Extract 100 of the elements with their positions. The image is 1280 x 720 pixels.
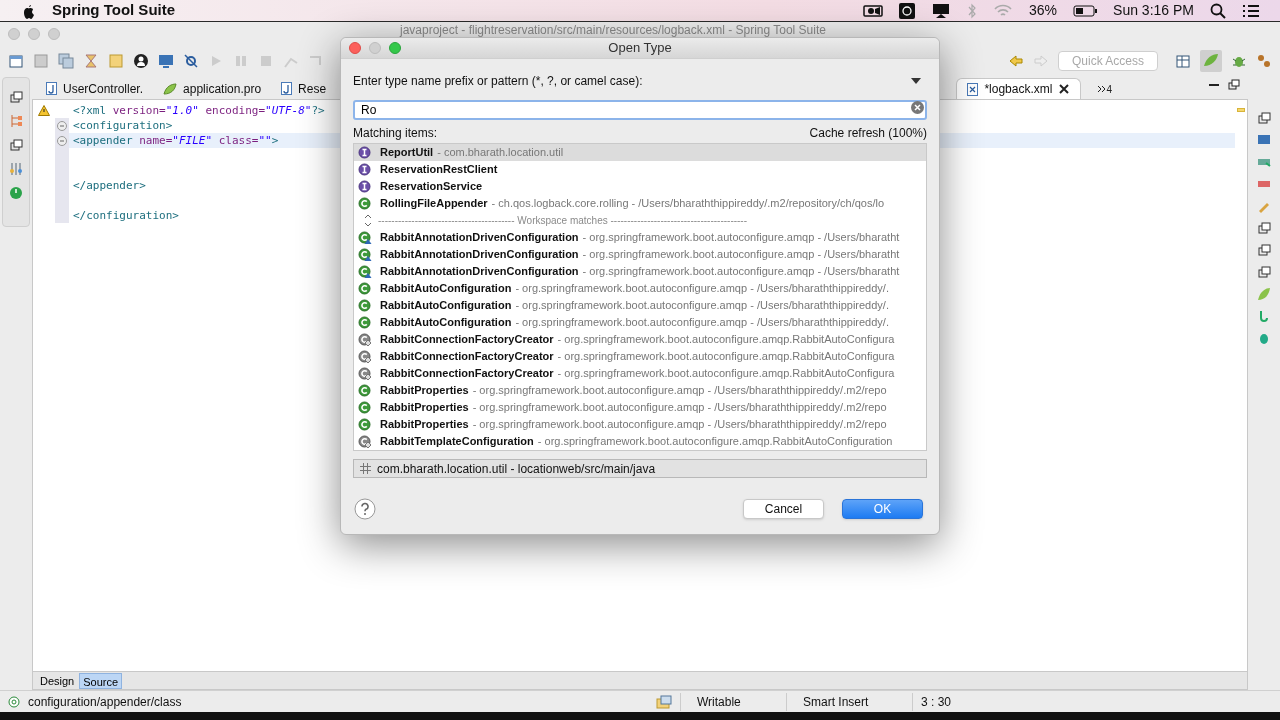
java-file-icon — [281, 82, 293, 95]
status-path: configuration/appender/class — [28, 693, 183, 711]
type-list-item[interactable]: RabbitTemplateConfiguration - org.springframework.boot.autoconfigure.amqp.RabbitAutoConfiguration — [354, 433, 926, 450]
open-perspective-icon[interactable] — [1175, 53, 1191, 69]
save-all-icon[interactable] — [58, 53, 74, 69]
xml-file-icon — [967, 82, 979, 96]
menu-icon[interactable] — [1242, 3, 1260, 18]
code-line: </appender> — [73, 178, 146, 193]
video-camera-icon[interactable] — [863, 3, 884, 18]
code-line: <?xml version="1.0" encoding="UTF-8"?> — [73, 103, 325, 118]
attribute-icon — [8, 695, 20, 708]
wifi-icon[interactable] — [993, 3, 1014, 18]
java-file-icon — [46, 82, 57, 95]
restore-icon[interactable] — [9, 138, 23, 152]
type-list-item[interactable]: RabbitAnnotationDrivenConfiguration - org.springframework.boot.autoconfigure.amqp - /Users/bharatht — [354, 246, 926, 263]
selected-type-location: com.bharath.location.util - locationweb/src/main/java — [353, 459, 927, 478]
search-icon[interactable] — [1210, 2, 1226, 19]
restore-icon[interactable] — [1257, 243, 1271, 257]
package-icon — [360, 463, 371, 474]
cache-status: Cache refresh (100%) — [809, 125, 927, 142]
restore-icon[interactable] — [1257, 111, 1271, 125]
type-list-item[interactable]: RabbitAnnotationDrivenConfiguration - org.springframework.boot.autoconfigure.amqp - /Users/bharatht — [354, 229, 926, 246]
cancel-button[interactable]: Cancel — [743, 499, 824, 519]
restore-icon[interactable] — [9, 90, 23, 104]
type-list-item[interactable]: RabbitConnectionFactoryCreator - org.springframework.boot.autoconfigure.amqp.RabbitAutoConfigura — [354, 331, 926, 348]
editor-mode-tab[interactable]: Design — [37, 672, 78, 689]
type-list-item[interactable]: RabbitAutoConfiguration - org.springframework.boot.autoconfigure.amqp - /Users/bharaththippireddy/. — [354, 297, 926, 314]
type-list-item[interactable]: RabbitAnnotationDrivenConfiguration - org.springframework.boot.autoconfigure.amqp - /Users/bharatht — [354, 263, 926, 280]
type-list-item[interactable]: RabbitConnectionFactoryCreator - org.springframework.boot.autoconfigure.amqp.RabbitAutoConfigura — [354, 348, 926, 365]
restore-icon[interactable] — [1257, 265, 1271, 279]
minimize-button[interactable] — [369, 42, 381, 54]
code-line: <configuration> — [73, 118, 173, 133]
type-list-item[interactable]: ReservationService — [354, 178, 926, 195]
editor-tab[interactable]: application.pro — [153, 78, 272, 99]
type-list-item[interactable]: RabbitAutoConfiguration - org.springframework.boot.autoconfigure.amqp - /Users/bharaththippireddy/. — [354, 280, 926, 297]
collapse-icon[interactable] — [57, 135, 67, 146]
battery-icon[interactable] — [1073, 4, 1098, 17]
monitor-icon[interactable] — [1257, 133, 1271, 147]
bluetooth-icon[interactable] — [967, 2, 978, 19]
zoom-button[interactable] — [389, 42, 401, 54]
type-search-field[interactable]: Ro — [353, 100, 927, 120]
power-icon[interactable] — [9, 186, 23, 200]
warning-marker[interactable] — [1237, 108, 1245, 112]
prompt-label: Enter type name prefix or pattern (*, ?, or camel case): — [353, 73, 643, 90]
battery-percentage: 36% — [1029, 1, 1058, 20]
sliders-icon[interactable] — [9, 162, 23, 176]
back-arrow-icon[interactable] — [1008, 53, 1024, 69]
user-icon[interactable] — [133, 53, 149, 69]
editor-tab[interactable]: UserController. — [36, 78, 154, 99]
window-control-button[interactable] — [8, 27, 20, 40]
monitor-icon[interactable] — [158, 53, 174, 69]
leaf-icon — [163, 82, 178, 95]
chevron-icon — [1097, 85, 1107, 93]
app-name-menu[interactable]: Spring Tool Suite — [52, 0, 176, 22]
window-icon[interactable] — [656, 694, 672, 709]
type-list-item[interactable]: RabbitProperties - org.springframework.boot.autoconfigure.amqp - /Users/bharaththippireddy/.m2/repo — [354, 382, 926, 399]
save-icon[interactable] — [33, 53, 49, 69]
window-control-button[interactable] — [48, 27, 60, 40]
editor-tab[interactable]: Rese — [271, 78, 337, 99]
dialog-title: Open Type — [608, 39, 672, 58]
tab-overflow-button[interactable]: 4 — [1097, 79, 1112, 99]
stop-icon[interactable] — [258, 53, 274, 69]
display-icon[interactable] — [931, 2, 952, 19]
help-icon[interactable] — [354, 498, 376, 520]
editor-tab[interactable]: *logback.xml — [956, 78, 1082, 99]
quick-access-field[interactable]: Quick Access — [1058, 51, 1158, 71]
hierarchy-icon[interactable] — [9, 114, 23, 128]
window-title: javaproject - flightreservation/src/main/resources/logback.xml - Spring Tool Suite — [400, 23, 826, 37]
hourglass-icon[interactable] — [83, 53, 99, 69]
type-list-item[interactable]: RabbitConnectionFactoryCreator - org.springframework.boot.autoconfigure.amqp.RabbitAutoConfigura — [354, 365, 926, 382]
clear-icon[interactable] — [911, 100, 924, 114]
status-writable: Writable — [680, 692, 778, 711]
matching-items-label: Matching items: — [353, 125, 438, 142]
type-list-item[interactable]: RabbitAutoConfiguration - org.springframework.boot.autoconfigure.amqp - /Users/bharaththippireddy/. — [354, 314, 926, 331]
beans-icon[interactable] — [1256, 53, 1272, 69]
scroll-arrows-icon — [364, 214, 372, 227]
type-list-item[interactable]: RabbitProperties - org.springframework.boot.autoconfigure.amqp - /Users/bharaththippireddy/.m2/repo — [354, 399, 926, 416]
leaf-icon[interactable] — [1257, 287, 1271, 301]
type-list-item[interactable]: RabbitProperties - org.springframework.boot.autoconfigure.amqp - /Users/bharaththippireddy/.m2/repo — [354, 416, 926, 433]
separator-label: ----------------------------------------- Workspace matches ----------------------------------------- — [377, 214, 748, 228]
type-list-item[interactable]: ReportUtil - com.bharath.location.util — [354, 144, 926, 161]
menubar-clock[interactable]: Sun 3:16 PM — [1113, 0, 1194, 21]
close-button[interactable] — [349, 42, 361, 54]
dropdown-icon[interactable] — [911, 78, 921, 84]
skip-breakpoints-icon[interactable] — [183, 53, 199, 69]
editor-mode-tab[interactable]: Source — [79, 672, 123, 689]
spring-perspective-icon[interactable] — [1200, 50, 1222, 72]
type-list-item[interactable]: RollingFileAppender - ch.qos.logback.core.rolling - /Users/bharaththippireddy/.m2/repository/ch/qos/lo — [354, 195, 926, 212]
forward-arrow-icon[interactable] — [1033, 53, 1049, 69]
type-list-item[interactable]: ReservationRestClient — [354, 161, 926, 178]
new-file-icon[interactable] — [8, 53, 24, 69]
status-insert-mode: Smart Insert — [786, 692, 904, 711]
window-control-button[interactable] — [28, 27, 40, 40]
pause-icon[interactable] — [233, 53, 249, 69]
maximize-icon[interactable] — [1228, 79, 1240, 91]
collapse-icon[interactable] — [57, 120, 67, 131]
close-icon — [1058, 83, 1071, 95]
status-position: 3 : 30 — [912, 692, 1002, 711]
restore-icon[interactable] — [1257, 221, 1271, 235]
code-line: </configuration> — [73, 208, 179, 223]
